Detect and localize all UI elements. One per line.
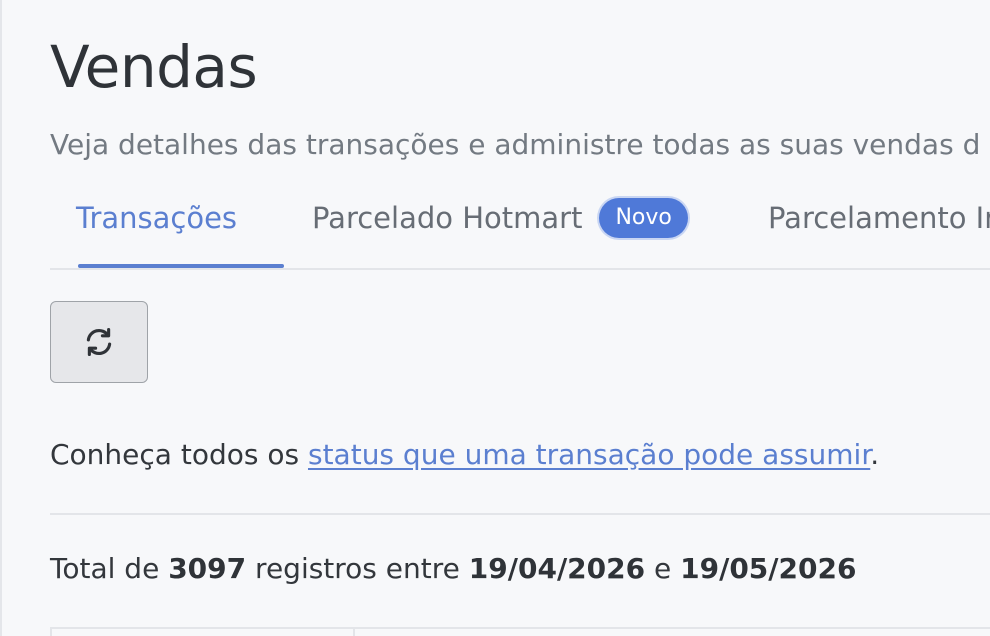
transactions-table — [50, 627, 990, 636]
status-info-suffix: . — [870, 438, 880, 471]
summary-middle: registros entre — [246, 552, 469, 585]
status-info-prefix: Conheça todos os — [50, 438, 308, 471]
new-badge: Novo — [599, 198, 688, 238]
table-column-divider — [353, 627, 355, 636]
sales-page: Vendas Veja detalhes das transações e ad… — [0, 0, 990, 636]
page-subtitle: Veja detalhes das transações e administr… — [50, 128, 981, 161]
tab-label: Transações — [76, 201, 238, 235]
refresh-icon — [86, 327, 112, 357]
section-divider — [50, 513, 990, 515]
records-summary: Total de 3097 registros entre 19/04/2026… — [50, 552, 856, 585]
tab-parcelamento[interactable]: Parcelamento In — [768, 190, 990, 266]
tab-transacoes[interactable]: Transações — [76, 190, 284, 268]
sidebar-edge — [0, 0, 2, 636]
summary-prefix: Total de — [50, 552, 169, 585]
summary-conjunction: e — [645, 552, 681, 585]
record-count: 3097 — [168, 552, 247, 585]
start-date: 19/04/2026 — [468, 552, 646, 585]
tab-label: Parcelamento In — [768, 201, 990, 235]
end-date: 19/05/2026 — [680, 552, 857, 585]
refresh-button[interactable] — [50, 301, 148, 383]
tab-bar: Transações Parcelado Hotmart Novo Parcel… — [50, 190, 990, 270]
tab-label: Parcelado Hotmart — [312, 201, 583, 235]
status-help-link[interactable]: status que uma transação pode assumir — [308, 438, 870, 471]
tab-parcelado-hotmart[interactable]: Parcelado Hotmart Novo — [312, 190, 688, 266]
page-title: Vendas — [50, 33, 258, 101]
status-info: Conheça todos os status que uma transaçã… — [50, 438, 879, 471]
